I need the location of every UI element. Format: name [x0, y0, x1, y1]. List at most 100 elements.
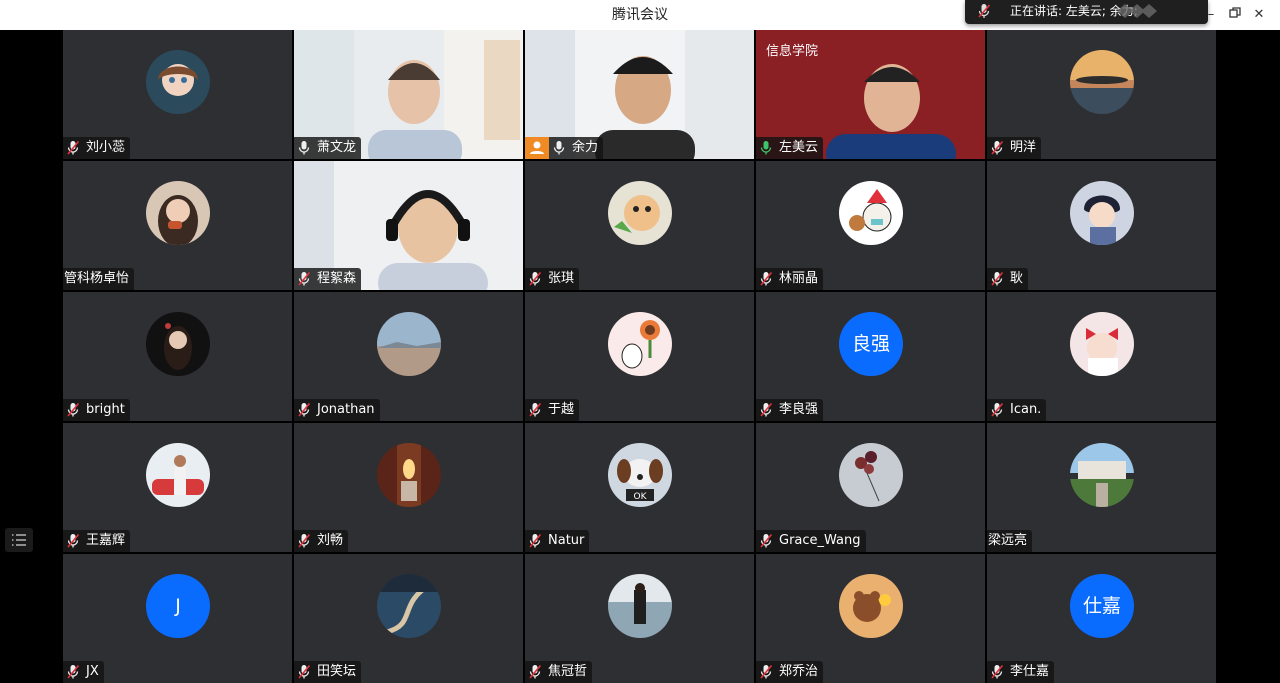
mic-muted-icon [991, 664, 1004, 679]
participant-name: 梁远亮 [988, 533, 1028, 548]
participant-name: 萧文龙 [317, 140, 357, 155]
participant-tile[interactable]: 张琪 [525, 161, 754, 290]
participant-name-label: 梁远亮 [987, 530, 1033, 552]
participant-tile[interactable]: 仕嘉 李仕嘉 [987, 554, 1216, 683]
mic-on-icon [760, 141, 772, 155]
participant-tile[interactable]: 梁远亮 [987, 423, 1216, 552]
participant-tile[interactable]: 耿 [987, 161, 1216, 290]
participant-name-label: 萧文龙 [294, 137, 362, 159]
restore-window-icon[interactable] [1227, 7, 1243, 23]
woman-seaside-avatar [608, 574, 672, 638]
man-car-avatar [146, 443, 210, 507]
mic-muted-icon [529, 402, 542, 417]
mic-muted-icon [298, 402, 311, 417]
participant-tile[interactable]: 信息学院 左美云 [756, 30, 985, 159]
host-icon [525, 137, 549, 159]
participant-tile[interactable]: Jonathan [294, 292, 523, 421]
mic-on-icon [553, 141, 565, 155]
participant-name-label: 刘畅 [294, 530, 349, 552]
mic-muted-icon [67, 402, 80, 417]
participant-name: 明洋 [1010, 140, 1037, 155]
participant-name: bright [86, 402, 125, 417]
participant-name: 刘小蕊 [86, 140, 126, 155]
participant-tile[interactable]: 管科杨卓怡 [63, 161, 292, 290]
participant-name: 刘畅 [317, 533, 344, 548]
participant-tile[interactable]: bright [63, 292, 292, 421]
mic-muted-icon [67, 140, 80, 155]
close-icon[interactable]: ✕ [1251, 7, 1267, 23]
participant-name-label: 于越 [525, 399, 580, 421]
participant-name-label: 林丽晶 [756, 268, 824, 290]
participant-name-label: 李良强 [756, 399, 824, 421]
participant-name: 余力 [572, 140, 599, 155]
svg-text:OK: OK [634, 492, 648, 502]
participant-name: 管科杨卓怡 [64, 271, 130, 286]
participant-tile[interactable]: 刘畅 [294, 423, 523, 552]
participant-name: Jonathan [317, 402, 375, 417]
participant-name: 林丽晶 [779, 271, 819, 286]
participant-tile[interactable]: 郑乔治 [756, 554, 985, 683]
participant-name-label: 余力 [549, 137, 604, 159]
participant-list-toggle[interactable] [5, 528, 33, 552]
participant-name-label: 王嘉辉 [63, 530, 131, 552]
participant-name: 王嘉辉 [86, 533, 126, 548]
puppy-avatar: OK [608, 443, 672, 507]
girl-photo-avatar [146, 181, 210, 245]
cartoon-avatar [608, 181, 672, 245]
participant-name-label: Jonathan [294, 399, 380, 421]
christmas-cartoon-avatar [839, 181, 903, 245]
participant-name-label: Grace_Wang [756, 530, 866, 552]
mic-muted-icon [529, 533, 542, 548]
participant-tile[interactable]: 林丽晶 [756, 161, 985, 290]
mic-muted-icon [760, 533, 773, 548]
mic-muted-icon [760, 664, 773, 679]
participant-tile[interactable]: 王嘉辉 [63, 423, 292, 552]
participant-tile[interactable]: 明洋 [987, 30, 1216, 159]
road-avatar [377, 574, 441, 638]
participant-name: 程絮森 [317, 271, 357, 286]
participant-name-label: Natur [525, 530, 590, 552]
participant-name-label: bright [63, 399, 130, 421]
participant-name: Natur [548, 533, 585, 548]
landscape-avatar [377, 312, 441, 376]
participant-tile[interactable]: J JX [63, 554, 292, 683]
participant-tile[interactable]: Ican. [987, 292, 1216, 421]
anime-boy-avatar [1070, 181, 1134, 245]
mic-muted-icon [978, 4, 991, 18]
participant-tile[interactable]: 田笑坛 [294, 554, 523, 683]
participant-tile[interactable]: 程絮森 [294, 161, 523, 290]
participant-tile[interactable]: 萧文龙 [294, 30, 523, 159]
mic-muted-icon [760, 402, 773, 417]
participant-tile[interactable]: OK Natur [525, 423, 754, 552]
mic-muted-icon [298, 664, 311, 679]
initials-avatar: 仕嘉 [1070, 574, 1134, 638]
participant-name-label: 耿 [987, 268, 1029, 290]
participant-name-label: 程絮森 [294, 268, 362, 290]
mic-on-icon [298, 141, 310, 155]
participant-tile[interactable]: 余力 [525, 30, 754, 159]
participant-tile[interactable]: 良强 李良强 [756, 292, 985, 421]
balloons-avatar [839, 443, 903, 507]
participant-name-label: 刘小蕊 [63, 137, 131, 159]
speaking-indicator: 正在讲话: 左美云; 余力; [965, 0, 1208, 24]
participant-name-label: 张琪 [525, 268, 580, 290]
cartoon-bear-avatar [839, 574, 903, 638]
flower-cartoon-avatar [608, 312, 672, 376]
participant-tile[interactable]: Grace_Wang [756, 423, 985, 552]
participant-name: 于越 [548, 402, 575, 417]
mic-muted-icon [67, 533, 80, 548]
participant-tile[interactable]: 刘小蕊 [63, 30, 292, 159]
institution-banner: 信息学院 [766, 44, 819, 59]
participant-name-label: 左美云 [756, 137, 824, 159]
participant-name: Ican. [1010, 402, 1042, 417]
participant-name-label: Ican. [987, 399, 1047, 421]
participant-name: 耿 [1010, 271, 1024, 286]
participant-tile[interactable]: 焦冠哲 [525, 554, 754, 683]
sunset-avatar [1070, 50, 1134, 114]
participant-name: 左美云 [779, 140, 819, 155]
participant-tile[interactable]: 于越 [525, 292, 754, 421]
mic-muted-icon [991, 271, 1004, 286]
initials-avatar: J [146, 574, 210, 638]
girl-red-bow-avatar [1070, 312, 1134, 376]
mic-muted-icon [67, 664, 80, 679]
